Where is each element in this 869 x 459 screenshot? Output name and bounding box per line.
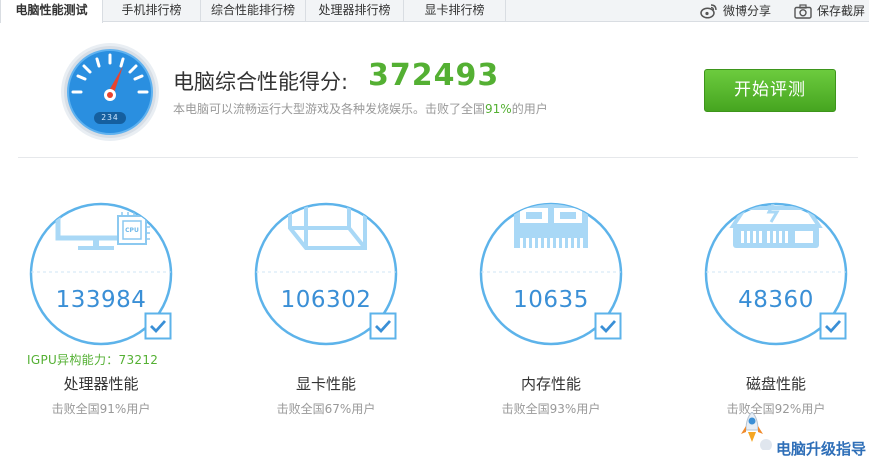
weibo-icon	[700, 3, 718, 19]
upgrade-guide-promo[interactable]: 电脑升级指导	[740, 412, 869, 458]
disk-name: 磁盘性能	[745, 375, 806, 393]
gpu-performance-card[interactable]: 106302 显卡性能 击败全国67%用户	[253, 200, 413, 430]
cpu-name: 处理器性能	[63, 375, 139, 393]
igpu-score: IGPU异构能力：73212	[27, 353, 159, 367]
check-icon	[594, 312, 622, 344]
cpu-beat-pct: 击败全国91%用户	[51, 402, 151, 416]
tab-pc-performance-test[interactable]: 电脑性能测试	[0, 0, 103, 23]
gauge-digits: 234	[101, 113, 119, 122]
rocket-icon	[741, 412, 772, 450]
save-screenshot-label: 保存截屏	[817, 4, 866, 18]
score-value: 372493	[368, 58, 500, 93]
memory-performance-card[interactable]: 10635 内存性能 击败全国93%用户	[478, 200, 638, 430]
cpu-chip-label: CPU	[125, 227, 139, 234]
gpu-score: 106302	[280, 287, 372, 313]
gpu-name: 显卡性能	[295, 375, 356, 393]
check-icon	[144, 312, 172, 344]
upgrade-guide-text: 电脑升级指导	[776, 440, 867, 458]
check-icon	[819, 312, 847, 344]
save-screenshot-button[interactable]: 保存截屏	[794, 0, 865, 22]
memory-score: 10635	[513, 287, 589, 313]
score-label: 电脑综合性能得分:	[173, 70, 349, 94]
tab-gpu-ranking[interactable]: 显卡排行榜	[404, 0, 506, 22]
camera-icon	[794, 3, 812, 19]
weibo-share-label: 微博分享	[723, 4, 772, 18]
check-icon	[369, 312, 397, 344]
score-subtitle-pct: 91%	[485, 102, 512, 116]
score-subtitle-prefix: 本电脑可以流畅运行大型游戏及各种发烧娱乐。击败了全国	[173, 102, 486, 116]
disk-score: 48360	[738, 287, 814, 313]
tab-cpu-ranking[interactable]: 处理器排行榜	[306, 0, 404, 22]
score-subtitle-suffix: 的用户	[511, 102, 548, 116]
speedometer-icon: 234	[60, 42, 160, 142]
start-test-button[interactable]: 开始评测	[704, 69, 836, 112]
disk-performance-card[interactable]: 48360 磁盘性能 击败全国92%用户	[703, 200, 863, 430]
score-subtitle: 本电脑可以流畅运行大型游戏及各种发烧娱乐。击败了全国91%的用户	[173, 100, 548, 117]
cpu-score: 133984	[55, 287, 147, 313]
memory-name: 内存性能	[520, 375, 581, 393]
tab-phone-ranking[interactable]: 手机排行榜	[103, 0, 201, 22]
disk-drive-icon	[729, 204, 823, 248]
divider	[18, 157, 858, 158]
weibo-share-button[interactable]: 微博分享	[700, 0, 771, 22]
memory-beat-pct: 击败全国93%用户	[501, 402, 601, 416]
tab-overall-ranking[interactable]: 综合性能排行榜	[201, 0, 306, 22]
cpu-performance-card[interactable]: CPU 133984 IGPU异构能力：73212 处理器性能 击败全国91%用…	[27, 200, 188, 430]
gpu-beat-pct: 击败全国67%用户	[276, 402, 376, 416]
tab-bar: 电脑性能测试 手机排行榜 综合性能排行榜 处理器排行榜 显卡排行榜 微博分享 保…	[0, 0, 869, 23]
